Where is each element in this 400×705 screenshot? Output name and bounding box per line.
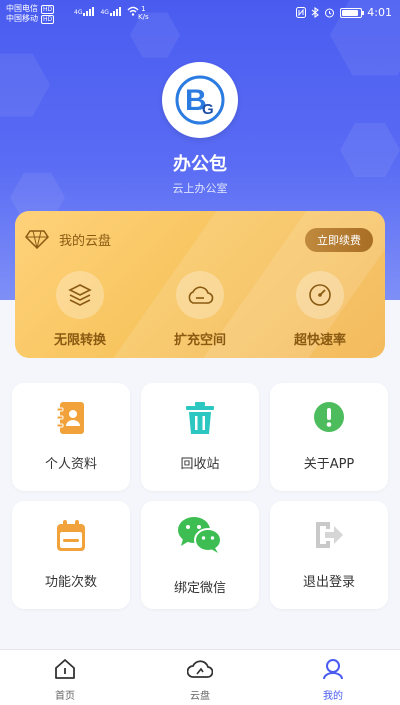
- grid-item-bind-wechat[interactable]: 绑定微信: [141, 501, 259, 609]
- hd-badge: HD: [41, 4, 55, 14]
- my-cloud-card[interactable]: 我的云盘 立即续费 无限转换 扩充空间 超快速率: [15, 211, 385, 358]
- bluetooth-icon: [311, 7, 320, 18]
- carrier-info: 中国电信 HD 中国移动 HD: [6, 4, 55, 24]
- layers-icon: [68, 284, 92, 306]
- signal-bars-icon: [109, 7, 121, 16]
- speedometer-icon: [309, 284, 331, 306]
- signal-2: 4G: [100, 7, 121, 16]
- grid-item-label: 回收站: [180, 457, 220, 472]
- contact-book-icon: [56, 402, 84, 434]
- feature-label: 超快速率: [293, 333, 346, 348]
- grid-item-logout[interactable]: 退出登录: [270, 501, 388, 609]
- network-speed: 1 K/s: [138, 5, 149, 21]
- cloud-card-header: 我的云盘: [25, 229, 111, 249]
- wechat-icon: [178, 517, 222, 553]
- tab-label: 云盘: [190, 691, 210, 702]
- grid-item-feature-count[interactable]: 功能次数: [12, 501, 130, 609]
- network-type: 4G: [74, 9, 83, 16]
- battery-icon: [340, 7, 365, 18]
- feature-label: 扩充空间: [173, 333, 226, 348]
- feature-icon-circle: [56, 271, 104, 319]
- user-icon: [323, 659, 343, 680]
- feature-expand-space[interactable]: 扩充空间: [140, 271, 260, 348]
- trash-icon: [186, 402, 214, 434]
- grid-item-label: 退出登录: [302, 575, 355, 590]
- app-subtitle: 云上办公室: [172, 182, 228, 195]
- home-icon: [55, 659, 75, 679]
- info-exclamation-icon: [314, 402, 344, 432]
- speed-value: 1: [141, 5, 146, 13]
- grid-item-label: 绑定微信: [173, 581, 226, 596]
- tab-label: 我的: [323, 691, 343, 702]
- network-type: 4G: [100, 9, 109, 16]
- bottom-tab-bar: 首页 云盘 我的: [0, 649, 400, 705]
- clock: 4:01: [367, 6, 392, 19]
- signal-indicators: 4G 4G: [74, 6, 139, 16]
- grid-item-profile[interactable]: 个人资料: [12, 383, 130, 491]
- nfc-icon: [296, 7, 307, 18]
- diamond-icon: [25, 230, 49, 249]
- feature-fast-speed[interactable]: 超快速率: [260, 271, 380, 348]
- svg-text:G: G: [202, 101, 214, 118]
- signal-bars-icon: [83, 7, 95, 16]
- carrier-2: 中国移动: [6, 14, 38, 23]
- cloud-icon: [188, 286, 214, 304]
- cloud-card-title: 我的云盘: [59, 233, 112, 249]
- status-bar: 中国电信 HD 中国移动 HD 4G 4G 1 K/s 4:01: [0, 0, 400, 30]
- tab-mine[interactable]: 我的: [293, 658, 373, 702]
- feature-label: 无限转换: [53, 333, 106, 348]
- hexagon-decoration: [0, 53, 50, 117]
- grid-item-label: 个人资料: [44, 457, 97, 472]
- grid-item-label: 功能次数: [44, 575, 97, 590]
- feature-unlimited-conversion[interactable]: 无限转换: [20, 271, 140, 348]
- renew-button[interactable]: 立即续费: [305, 228, 373, 252]
- logout-icon: [316, 522, 343, 548]
- feature-icon-circle: [296, 271, 344, 319]
- cloud-upload-icon: [186, 660, 214, 678]
- signal-1: 4G: [74, 7, 95, 16]
- grid-item-about-app[interactable]: 关于APP: [270, 383, 388, 491]
- calendar-icon: [57, 520, 85, 551]
- tab-home[interactable]: 首页: [25, 658, 105, 702]
- grid-item-recycle-bin[interactable]: 回收站: [141, 383, 259, 491]
- hd-badge: HD: [41, 14, 55, 24]
- grid-item-label: 关于APP: [303, 457, 355, 472]
- bg-logo-icon: B G: [175, 75, 225, 125]
- status-right: 4:01: [296, 6, 392, 19]
- carrier-1: 中国电信: [6, 4, 38, 13]
- app-logo: B G: [162, 62, 238, 138]
- feature-icon-circle: [176, 271, 224, 319]
- app-name: 办公包: [173, 154, 227, 175]
- tab-cloud[interactable]: 云盘: [160, 658, 240, 702]
- speed-unit: K/s: [138, 13, 149, 21]
- tab-label: 首页: [55, 691, 75, 702]
- alarm-icon: [325, 8, 335, 18]
